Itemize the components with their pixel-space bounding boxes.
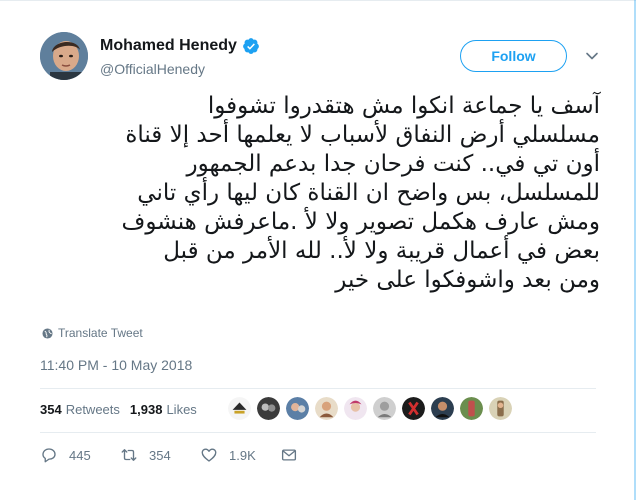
- tweet-stats: 354 Retweets 1,938 Likes: [40, 402, 207, 417]
- divider: [40, 432, 596, 433]
- avatar-image: [40, 32, 88, 80]
- tweet-line: للمسلسل، بس واضح ان القناة كان ليها رأي …: [137, 180, 600, 206]
- translate-tweet-link[interactable]: Translate Tweet: [42, 326, 143, 340]
- liker-avatar[interactable]: [227, 396, 252, 421]
- liker-avatar[interactable]: [256, 396, 281, 421]
- liker-avatar[interactable]: [343, 396, 368, 421]
- retweet-count: 354: [149, 447, 171, 463]
- avatar[interactable]: [40, 32, 88, 80]
- liker-avatar[interactable]: [488, 396, 513, 421]
- likes-stat[interactable]: 1,938 Likes: [130, 402, 197, 417]
- liker-avatar[interactable]: [314, 396, 339, 421]
- tweet-line: مسلسلي أرض النفاق لأسباب لا يعلمها أحد إ…: [125, 122, 600, 148]
- display-name[interactable]: Mohamed Henedy: [100, 37, 237, 55]
- like-button[interactable]: 1.9K: [200, 446, 280, 464]
- retweet-icon: [121, 449, 137, 461]
- reply-count: 445: [69, 447, 91, 463]
- heart-icon: [201, 448, 217, 462]
- liker-avatars: [227, 396, 517, 421]
- like-count: 1.9K: [229, 447, 256, 463]
- tweet-text: آسف يا جماعة انكوا مش هتقدروا تشوفوا مسل…: [40, 92, 601, 295]
- verified-badge-icon: [243, 38, 259, 54]
- tweet-line: بعض في أعمال قريبة ولا لأ.. لله الأمر من…: [163, 238, 600, 264]
- tweet-line: آسف يا جماعة انكوا مش هتقدروا تشوفوا: [207, 93, 600, 119]
- tweet-line: ومش عارف هكمل تصوير ولا لأ .ماعرفش هنشوف: [121, 209, 601, 235]
- divider: [40, 388, 596, 389]
- retweets-count: 354: [40, 402, 62, 417]
- liker-avatar[interactable]: [430, 396, 455, 421]
- likes-count: 1,938: [129, 402, 163, 417]
- tweet-line: أون تي في.. كنت فرحان جدا بدعم الجمهور: [186, 151, 600, 177]
- retweets-stat[interactable]: 354 Retweets: [40, 402, 120, 417]
- retweet-button[interactable]: 354: [120, 446, 200, 464]
- liker-avatar[interactable]: [372, 396, 397, 421]
- follow-button[interactable]: Follow: [460, 40, 567, 72]
- reply-button[interactable]: 445: [40, 446, 120, 464]
- author-name-row[interactable]: Mohamed Henedy: [100, 37, 260, 55]
- liker-avatar[interactable]: [459, 396, 484, 421]
- translate-tweet-label[interactable]: Translate Tweet: [58, 326, 143, 340]
- direct-message-button[interactable]: [280, 446, 310, 464]
- globe-icon: [42, 327, 53, 339]
- tweet-line: ومن بعد واشوفكوا على خير: [335, 267, 600, 293]
- author-handle[interactable]: @OfficialHenedy: [100, 61, 205, 77]
- liker-avatar[interactable]: [401, 396, 426, 421]
- liker-avatar[interactable]: [285, 396, 310, 421]
- top-divider: [0, 0, 636, 1]
- tweet-timestamp[interactable]: 11:40 PM - 10 May 2018: [40, 357, 192, 373]
- retweets-label: Retweets: [65, 402, 120, 417]
- reply-icon: [42, 448, 56, 463]
- mail-icon: [281, 449, 297, 461]
- likes-label: Likes: [166, 402, 197, 417]
- tweet-actions: 445 354 1.9K: [40, 446, 310, 464]
- chevron-down-icon[interactable]: [585, 49, 599, 63]
